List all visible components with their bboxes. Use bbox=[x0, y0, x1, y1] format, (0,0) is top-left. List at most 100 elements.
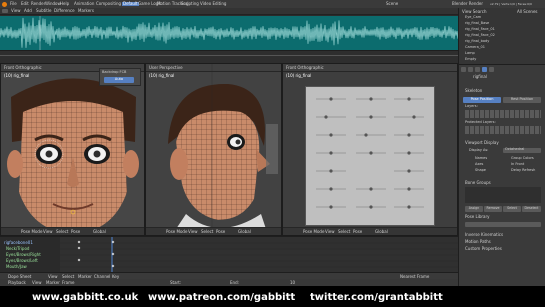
bone-tab-icon[interactable] bbox=[489, 67, 494, 72]
bone-groups-list[interactable] bbox=[465, 187, 541, 203]
mode-selector[interactable]: Pose Mode bbox=[21, 229, 42, 234]
dope-select-menu[interactable]: Select bbox=[62, 274, 74, 279]
dope-sheet[interactable]: rigfacebone01 Neck/Tripod Eyes/Brows/Rig… bbox=[0, 236, 458, 273]
object-tab-icon[interactable] bbox=[475, 67, 480, 72]
workspace-default[interactable]: Default bbox=[122, 2, 139, 6]
inverse-kinematics-section[interactable]: Inverse Kinematics bbox=[465, 233, 503, 237]
assign-button[interactable]: Assign bbox=[465, 206, 483, 212]
audio-waveform-strip[interactable] bbox=[0, 16, 458, 50]
workspace-video-editing[interactable]: Video Editing bbox=[200, 2, 226, 6]
outliner-filter[interactable]: All Scenes bbox=[517, 9, 538, 14]
sequencer-timebar[interactable] bbox=[0, 50, 458, 64]
workspace-scripting[interactable]: Scripting bbox=[181, 2, 199, 6]
outliner-row[interactable]: rig_final_Face_01 bbox=[465, 27, 495, 32]
tab-view[interactable]: View bbox=[11, 9, 21, 13]
outliner-row[interactable]: Empty bbox=[465, 57, 476, 62]
channel-row[interactable]: Mouth/Jaw bbox=[6, 265, 27, 269]
footer-pose-menu[interactable]: Pose bbox=[353, 229, 362, 234]
menu-render[interactable]: Render bbox=[31, 2, 45, 6]
tab-subtitle[interactable]: Subtitle bbox=[36, 9, 51, 13]
outliner-row[interactable]: rig_final_Face_02 bbox=[465, 33, 495, 38]
viewport-display-section[interactable]: Viewport Display bbox=[465, 141, 499, 145]
render-engine-selector[interactable]: Blender Render bbox=[452, 2, 483, 6]
motion-paths-section[interactable]: Motion Paths bbox=[465, 240, 491, 244]
armature-tab-icon[interactable] bbox=[482, 67, 487, 72]
layers-grid[interactable] bbox=[465, 110, 541, 118]
channel-row[interactable]: Eyes/Brows/Left bbox=[6, 259, 38, 263]
deselect-button[interactable]: Deselect bbox=[522, 206, 541, 212]
select-button[interactable]: Select bbox=[503, 206, 521, 212]
menu-help[interactable]: Help bbox=[60, 2, 69, 6]
footer-view-menu[interactable]: View bbox=[43, 229, 53, 234]
render-tab-icon[interactable] bbox=[461, 67, 466, 72]
properties-panel[interactable]: rigfinal Skeleton Pose Position Rest Pos… bbox=[458, 64, 545, 287]
face-control-board[interactable] bbox=[305, 86, 435, 226]
names-checkbox[interactable]: Names bbox=[475, 156, 487, 161]
footer-pose-menu[interactable]: Pose bbox=[216, 229, 225, 234]
custom-properties-section[interactable]: Custom Properties bbox=[465, 247, 502, 251]
viewport-front[interactable]: Front Orthographic (10) rig_final Backdr… bbox=[0, 63, 145, 236]
dope-sheet-mode[interactable]: Dope Sheet bbox=[8, 274, 31, 279]
current-frame-field[interactable]: 10 bbox=[290, 280, 295, 285]
axes-checkbox[interactable]: Axes bbox=[475, 162, 483, 167]
remove-button[interactable]: Remove bbox=[484, 206, 502, 212]
playback-marker-menu[interactable]: Marker bbox=[46, 280, 60, 285]
skeleton-section[interactable]: Skeleton bbox=[465, 89, 482, 93]
pose-library-section[interactable]: Pose Library bbox=[465, 215, 490, 219]
outliner-row[interactable]: rig_final_Base bbox=[465, 21, 489, 26]
properties-object-name[interactable]: rigfinal bbox=[473, 75, 487, 79]
dope-marker-menu[interactable]: Marker bbox=[78, 274, 92, 279]
viewport-perspective[interactable]: User Perspective (10) rig_final Pose Mod… bbox=[145, 63, 282, 236]
blender-logo-icon[interactable] bbox=[2, 1, 7, 7]
dope-channel-menu[interactable]: Channel bbox=[94, 274, 110, 279]
group-colors-checkbox[interactable]: Group Colors bbox=[511, 156, 534, 161]
playback-view-menu[interactable]: View bbox=[32, 280, 42, 285]
outliner-row[interactable]: rig_final_body bbox=[465, 39, 489, 44]
playback-frame-menu[interactable]: Frame bbox=[62, 280, 74, 285]
footer-view-menu[interactable]: View bbox=[325, 229, 335, 234]
footer-select-menu[interactable]: Select bbox=[201, 229, 213, 234]
backdrop-auto-button[interactable]: Auto bbox=[104, 77, 134, 83]
display-as-selector[interactable]: Octahedral bbox=[503, 147, 541, 153]
outliner-row[interactable]: Lamp bbox=[465, 51, 475, 56]
dope-view-menu[interactable]: View bbox=[48, 274, 58, 279]
bone-groups-section[interactable]: Bone Groups bbox=[465, 181, 491, 185]
playback-menu[interactable]: Playback bbox=[8, 280, 26, 285]
rest-position-button[interactable]: Rest Position bbox=[503, 97, 541, 103]
scene-selector[interactable]: Scene bbox=[386, 2, 398, 6]
pivot-selector[interactable]: Global bbox=[93, 229, 106, 234]
in-front-checkbox[interactable]: In Front bbox=[511, 162, 524, 167]
dope-key-menu[interactable]: Key bbox=[112, 274, 119, 279]
outliner-row[interactable]: Eye_Cam bbox=[465, 15, 481, 20]
channel-row[interactable]: rigfacebone01 bbox=[4, 241, 33, 245]
pose-position-button[interactable]: Pose Position bbox=[463, 97, 501, 103]
protected-layers-grid[interactable] bbox=[465, 126, 541, 134]
footer-select-menu[interactable]: Select bbox=[56, 229, 68, 234]
menu-file[interactable]: File bbox=[10, 2, 17, 6]
delay-refresh-checkbox[interactable]: Delay Refresh bbox=[511, 168, 535, 173]
keying-snap-selector[interactable]: Nearest Frame bbox=[400, 274, 429, 279]
workspace-compositing[interactable]: Compositing bbox=[96, 2, 121, 6]
outliner[interactable]: View Search All Scenes Eye_Cam rig_final… bbox=[458, 8, 545, 64]
editor-type-icon[interactable] bbox=[2, 9, 8, 13]
channel-row[interactable]: Eyes/Brows/Right bbox=[6, 253, 41, 257]
pose-library-selector[interactable] bbox=[465, 222, 541, 227]
channel-row[interactable]: Neck/Tripod bbox=[6, 247, 29, 251]
tab-markers[interactable]: Markers bbox=[78, 9, 94, 13]
pivot-selector[interactable]: Global bbox=[238, 229, 251, 234]
footer-select-menu[interactable]: Select bbox=[338, 229, 350, 234]
pivot-selector[interactable]: Global bbox=[375, 229, 388, 234]
mode-selector[interactable]: Pose Mode bbox=[166, 229, 187, 234]
shape-checkbox[interactable]: Shape bbox=[475, 168, 486, 173]
menu-window[interactable]: Window bbox=[45, 2, 61, 6]
menu-edit[interactable]: Edit bbox=[21, 2, 29, 6]
viewport-controls[interactable]: Front Orthographic (10) rig_final Pose M… bbox=[282, 63, 458, 236]
workspace-animation[interactable]: Animation bbox=[74, 2, 94, 6]
scene-tab-icon[interactable] bbox=[468, 67, 473, 72]
tab-difference[interactable]: Difference bbox=[54, 9, 75, 13]
footer-view-menu[interactable]: View bbox=[188, 229, 198, 234]
tab-add[interactable]: Add bbox=[24, 9, 32, 13]
outliner-row[interactable]: Camera_01 bbox=[465, 45, 485, 50]
footer-pose-menu[interactable]: Pose bbox=[71, 229, 80, 234]
mode-selector[interactable]: Pose Mode bbox=[303, 229, 324, 234]
